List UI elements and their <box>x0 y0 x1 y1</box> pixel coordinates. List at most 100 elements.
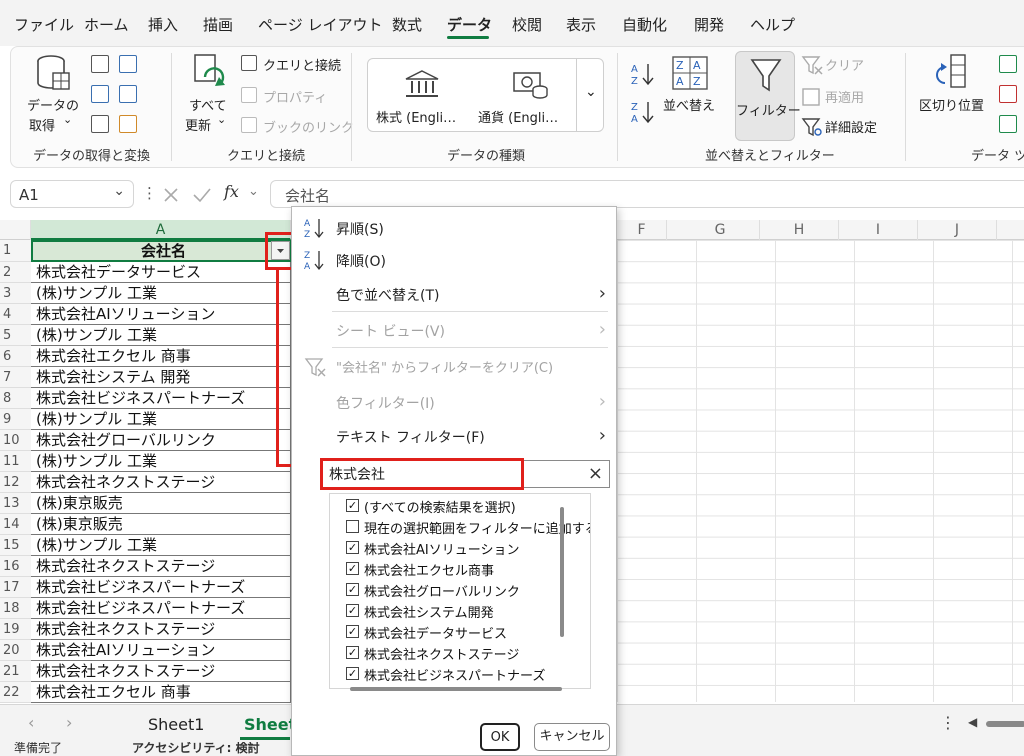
from-text-icon[interactable] <box>91 55 109 73</box>
table-cell[interactable]: 株式会社データサービス <box>31 262 291 283</box>
table-cell[interactable]: (株)東京販売 <box>31 493 291 514</box>
table-cell[interactable]: 株式会社ネクストステージ <box>31 472 291 493</box>
table-cell[interactable]: (株)サンプル 工業 <box>31 451 291 472</box>
row-header[interactable]: 20 <box>0 640 31 661</box>
queries-icon[interactable] <box>119 115 137 133</box>
column-header-h[interactable]: H <box>760 220 839 240</box>
header-cell[interactable]: 会社名 <box>31 240 291 262</box>
row-header[interactable]: 10 <box>0 430 31 451</box>
row-header[interactable]: 17 <box>0 577 31 598</box>
sort-ascending-icon[interactable]: A Z <box>631 61 657 87</box>
table-cell[interactable]: 株式会社AIソリューション <box>31 640 291 661</box>
row-header[interactable]: 14 <box>0 514 31 535</box>
chevron-left-icon[interactable]: ‹ <box>28 713 34 732</box>
row-header[interactable]: 4 <box>0 304 31 325</box>
sort-ascending-item[interactable]: A Z 昇順(S) <box>292 211 616 245</box>
row-header[interactable]: 7 <box>0 367 31 388</box>
from-web-icon[interactable] <box>119 55 137 73</box>
row-header[interactable]: 12 <box>0 472 31 493</box>
reapply-button[interactable]: 再適用 <box>825 87 864 106</box>
formula-input[interactable]: 会社名 <box>270 180 1024 208</box>
row-header[interactable]: 3 <box>0 283 31 304</box>
row-header[interactable]: 18 <box>0 598 31 619</box>
table-cell[interactable]: 株式会社ネクストステージ <box>31 661 291 682</box>
data-validation-icon[interactable] <box>999 115 1017 133</box>
checkbox-checked[interactable]: ✓ <box>346 562 359 575</box>
close-icon[interactable]: × <box>588 463 603 484</box>
list-horizontal-scrollbar[interactable] <box>350 687 562 691</box>
table-cell[interactable]: 株式会社AIソリューション <box>31 304 291 325</box>
more-options-icon[interactable]: ⋮ <box>142 184 157 202</box>
table-cell[interactable]: (株)サンプル 工業 <box>31 325 291 346</box>
cancel-button[interactable]: キャンセル <box>534 723 610 751</box>
remove-duplicates-icon[interactable] <box>999 85 1017 103</box>
tab-automate[interactable]: 自動化 <box>622 14 667 35</box>
column-header-j[interactable]: J <box>918 220 997 240</box>
sheet-tab-2[interactable]: Sheet <box>244 715 296 734</box>
checkbox-checked[interactable]: ✓ <box>346 625 359 638</box>
row-header[interactable]: 1 <box>0 240 31 262</box>
tab-file[interactable]: ファイル <box>14 14 74 35</box>
scroll-left-icon[interactable]: ◀ <box>968 715 977 729</box>
checkbox-checked[interactable]: ✓ <box>346 499 359 512</box>
tab-page-layout[interactable]: ページ レイアウト <box>258 14 382 35</box>
tab-data[interactable]: データ <box>447 14 492 35</box>
workbook-links-button[interactable]: ブックのリンク <box>263 117 354 136</box>
column-header-f[interactable]: F <box>617 220 667 240</box>
row-header[interactable]: 13 <box>0 493 31 514</box>
more-options-icon[interactable]: ⋮ <box>940 713 956 732</box>
ok-button[interactable]: OK <box>480 723 520 751</box>
clear-filter-item[interactable]: "会社名" からフィルターをクリア(C) <box>292 349 616 383</box>
row-header[interactable]: 19 <box>0 619 31 640</box>
row-header[interactable]: 22 <box>0 682 31 703</box>
table-cell[interactable]: 株式会社エクセル 商事 <box>31 682 291 703</box>
table-cell[interactable]: 株式会社ビジネスパートナーズ <box>31 388 291 409</box>
horizontal-scrollbar[interactable] <box>986 721 1024 727</box>
table-cell[interactable]: 株式会社ネクストステージ <box>31 556 291 577</box>
existing-connections-icon[interactable] <box>91 115 109 133</box>
sort-descending-item[interactable]: Z A 降順(O) <box>292 243 616 277</box>
queries-connections-button[interactable]: クエリと接続 <box>263 55 341 74</box>
tab-view[interactable]: 表示 <box>566 14 596 35</box>
sheet-view-item[interactable]: シート ビュー(V) › <box>292 313 616 347</box>
column-header-a[interactable]: A <box>31 220 291 240</box>
checkbox-checked[interactable]: ✓ <box>346 646 359 659</box>
row-header[interactable]: 6 <box>0 346 31 367</box>
cancel-entry-icon[interactable] <box>162 186 180 204</box>
advanced-button[interactable]: 詳細設定 <box>825 117 877 136</box>
color-filter-item[interactable]: 色フィルター(I) › <box>292 385 616 419</box>
tab-insert[interactable]: 挿入 <box>148 14 178 35</box>
select-all-corner[interactable] <box>0 220 31 240</box>
checkbox-checked[interactable]: ✓ <box>346 583 359 596</box>
tab-home[interactable]: ホーム <box>84 14 129 35</box>
recent-sources-icon[interactable] <box>119 85 137 103</box>
table-cell[interactable]: 株式会社ビジネスパートナーズ <box>31 598 291 619</box>
table-cell[interactable]: 株式会社システム 開発 <box>31 367 291 388</box>
row-header[interactable]: 21 <box>0 661 31 682</box>
tab-formulas[interactable]: 数式 <box>392 14 422 35</box>
table-cell[interactable]: 株式会社グローバルリンク <box>31 430 291 451</box>
table-cell[interactable]: 株式会社ネクストステージ <box>31 619 291 640</box>
confirm-entry-icon[interactable] <box>192 186 212 204</box>
text-filter-item[interactable]: テキスト フィルター(F) › <box>292 419 616 453</box>
row-header[interactable]: 2 <box>0 262 31 283</box>
tab-help[interactable]: ヘルプ <box>750 14 795 35</box>
row-header[interactable]: 11 <box>0 451 31 472</box>
table-cell[interactable]: 株式会社エクセル 商事 <box>31 346 291 367</box>
checkbox-checked[interactable]: ✓ <box>346 604 359 617</box>
row-header[interactable]: 15 <box>0 535 31 556</box>
list-vertical-scrollbar[interactable] <box>560 507 564 637</box>
row-header[interactable]: 8 <box>0 388 31 409</box>
tab-review[interactable]: 校閲 <box>512 14 542 35</box>
table-cell[interactable]: 株式会社ビジネスパートナーズ <box>31 577 291 598</box>
clear-button[interactable]: クリア <box>825 55 864 74</box>
gallery-more-button[interactable]: ⌄ <box>576 58 604 132</box>
tab-draw[interactable]: 描画 <box>203 14 233 35</box>
tab-developer[interactable]: 開発 <box>694 14 724 35</box>
flash-fill-icon[interactable] <box>999 55 1017 73</box>
sort-descending-icon[interactable]: Z A <box>631 99 657 125</box>
table-cell[interactable]: (株)サンプル 工業 <box>31 409 291 430</box>
column-header-i[interactable]: I <box>839 220 918 240</box>
filter-button[interactable]: フィルター <box>735 51 801 141</box>
column-header-g[interactable]: G <box>681 220 760 240</box>
